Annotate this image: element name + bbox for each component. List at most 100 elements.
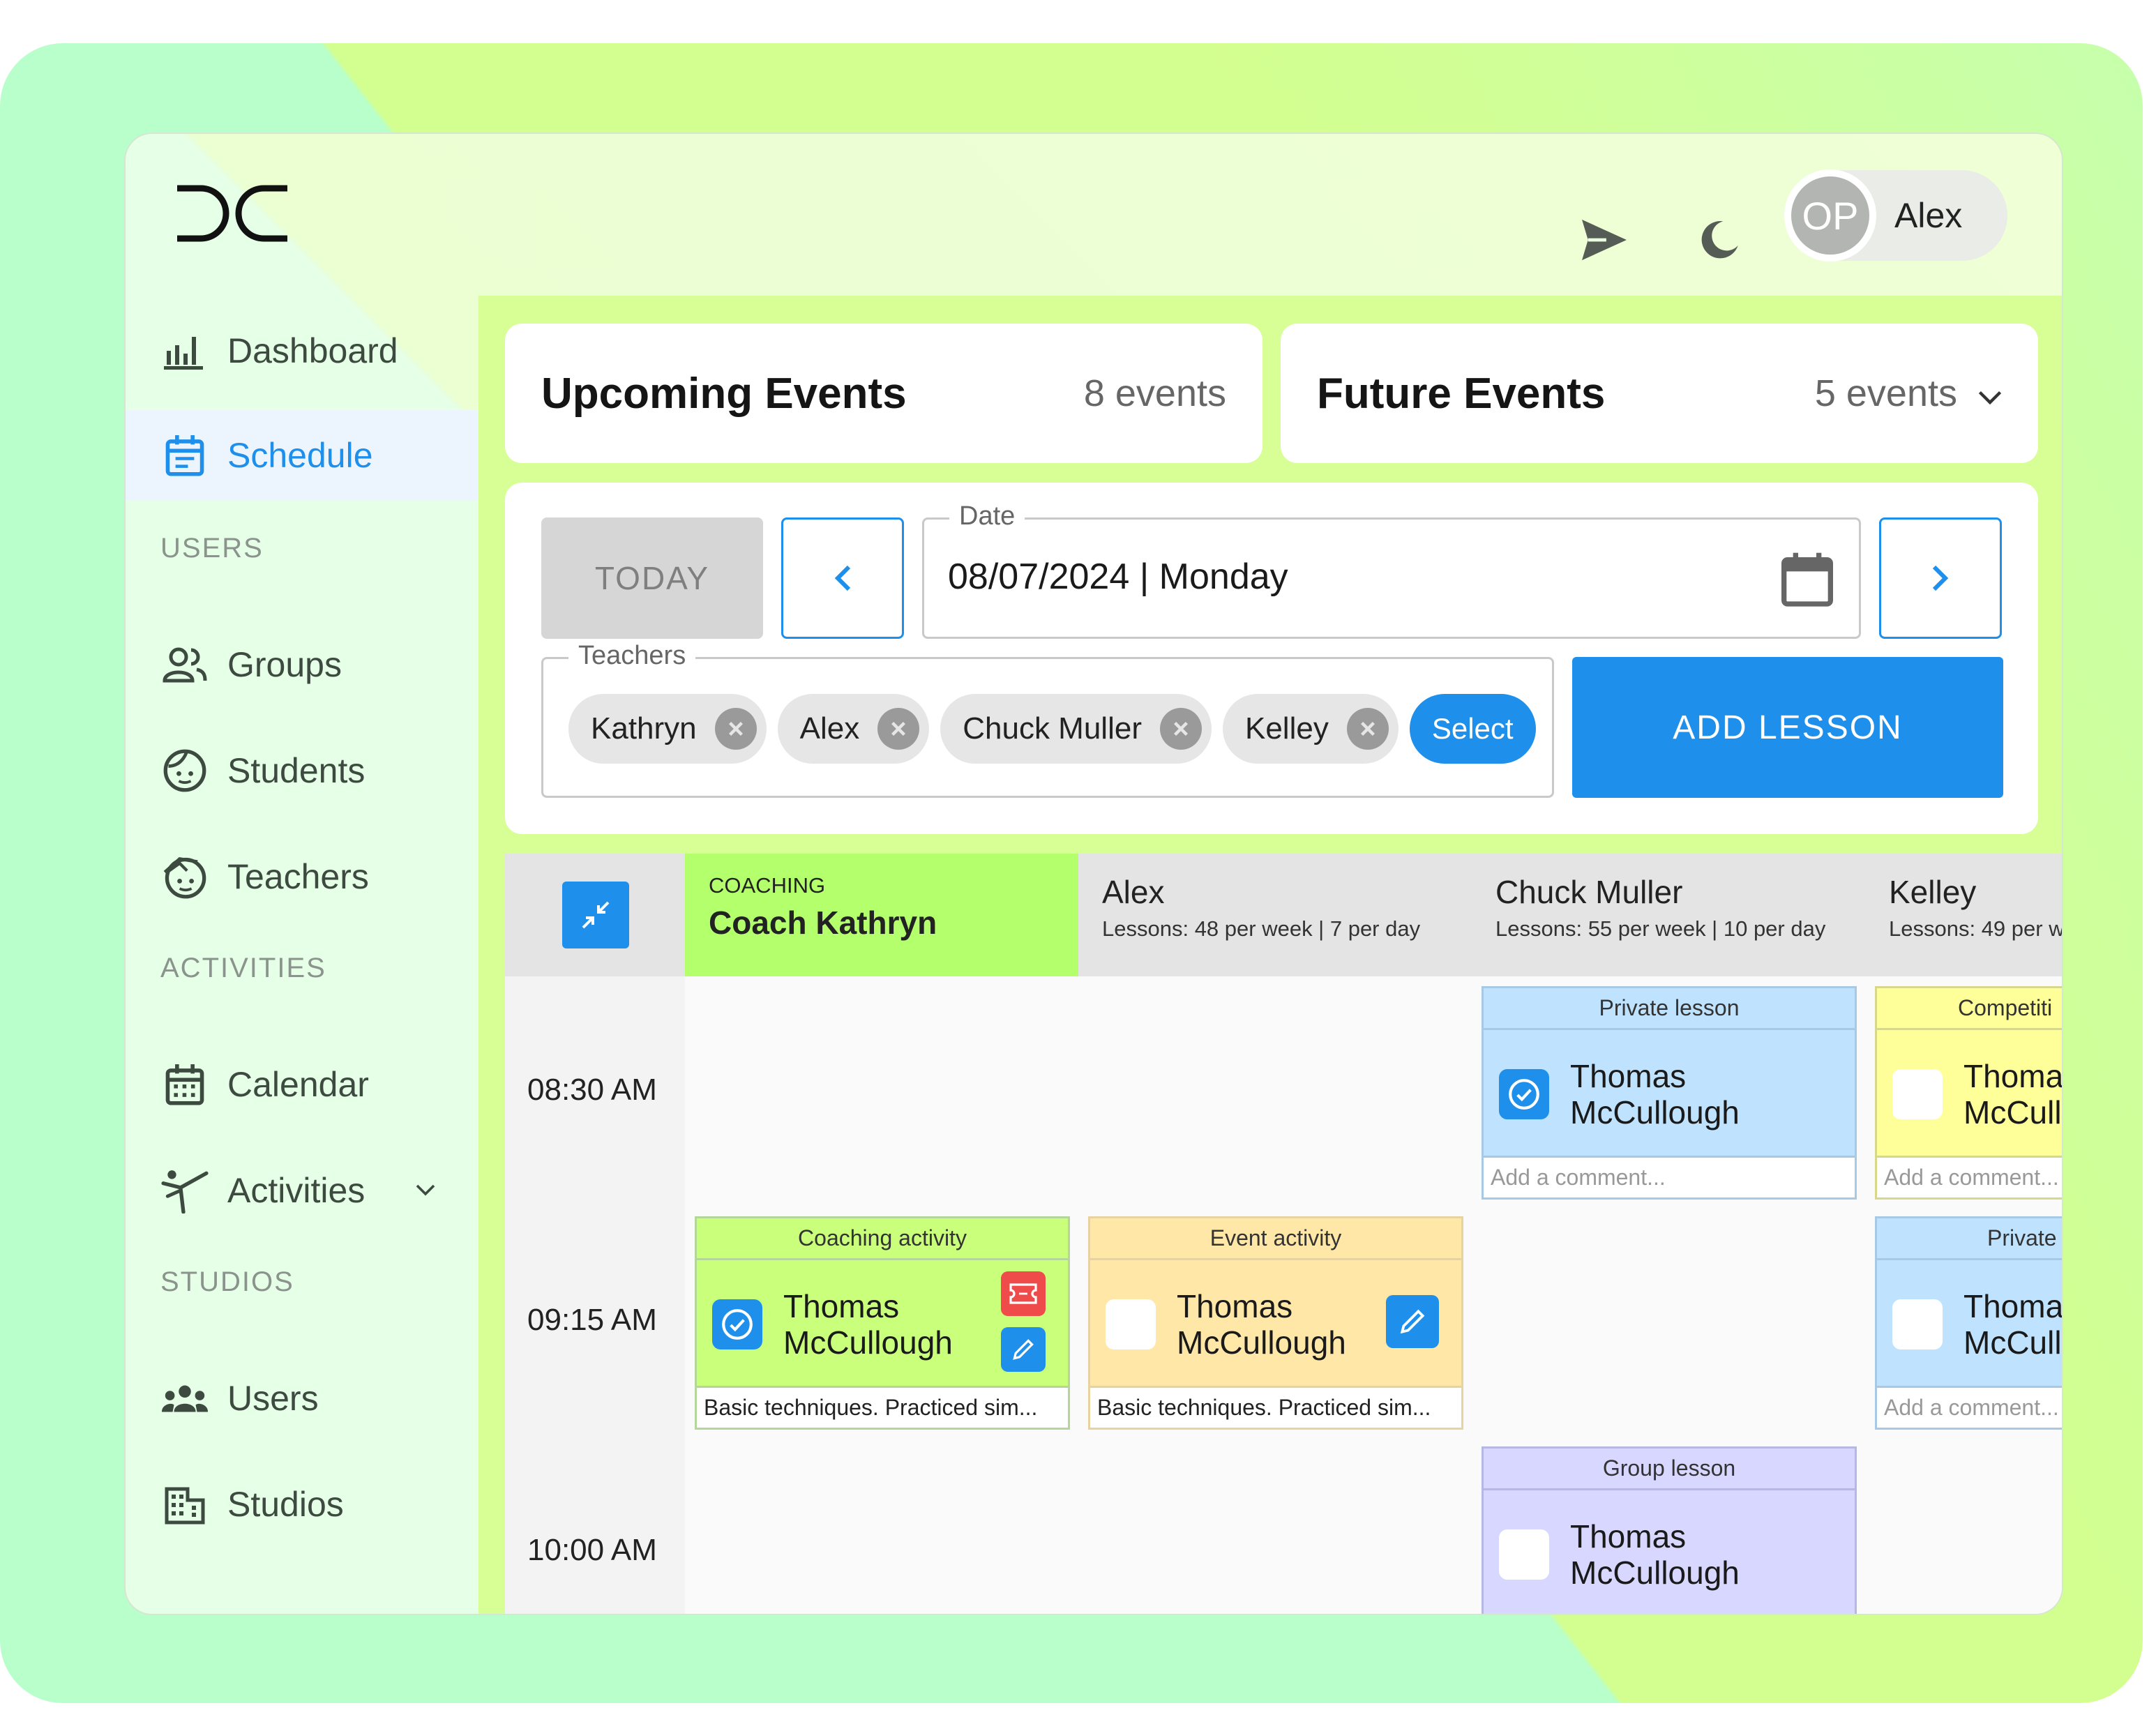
future-events-card[interactable]: Future Events 5 events <box>1281 324 2038 463</box>
remove-icon[interactable] <box>877 708 920 750</box>
sidebar-item-schedule[interactable]: Schedule <box>126 410 478 501</box>
avatar-initials: OP <box>1802 193 1859 238</box>
time-column: 08:30 AM 09:15 AM 10:00 AM <box>505 976 685 1614</box>
comment-input[interactable]: Add a comment... <box>1877 1386 2062 1428</box>
chevron-right-icon <box>1932 565 1949 591</box>
group-icon <box>160 640 209 689</box>
student-first-name: Thoma <box>1963 1288 2063 1324</box>
student-last-name: McCull <box>1963 1324 2062 1361</box>
teacher-chip[interactable]: Chuck Muller <box>940 694 1212 764</box>
collapse-icon[interactable] <box>562 882 629 948</box>
column-header-kelley[interactable]: Kelley Lessons: 49 per w <box>1865 854 2062 976</box>
chevron-left-icon <box>834 565 851 591</box>
edit-icon[interactable] <box>1386 1295 1439 1348</box>
column-category: COACHING <box>709 873 826 898</box>
remove-icon[interactable] <box>714 708 757 750</box>
student-name: Thomas McCullough <box>1570 1058 1740 1131</box>
teacher-chip[interactable]: Kelley <box>1222 694 1399 764</box>
sidebar-item-students[interactable]: Students <box>126 725 478 816</box>
today-button[interactable]: TODAY <box>541 517 763 639</box>
event-card-event-activity[interactable]: Event activity Thomas McCullough Basic te… <box>1088 1216 1463 1430</box>
comment-input[interactable]: Add a comment... <box>1877 1156 2062 1197</box>
bar-chart-icon <box>160 326 209 375</box>
remove-icon[interactable] <box>1346 708 1389 750</box>
event-card-coaching-activity[interactable]: Coaching activity Thomas McCullough Basic… <box>695 1216 1070 1430</box>
select-teachers-button[interactable]: Select <box>1409 694 1536 764</box>
sidebar-item-label: Activities <box>227 1171 365 1210</box>
schedule-controls: TODAY Date 08/07/2024 | Monday Teachers … <box>505 483 2038 834</box>
event-card-private-lesson[interactable]: Private lesson Thomas McCullough Add a co… <box>1482 986 1857 1200</box>
time-label: 08:30 AM <box>527 1073 657 1107</box>
send-icon[interactable] <box>1576 212 1632 268</box>
users-icon <box>160 1374 209 1423</box>
calendar-icon[interactable] <box>1779 550 1835 609</box>
student-last-name: McCullough <box>1570 1094 1740 1131</box>
event-card-group-lesson[interactable]: Group lesson Thomas McCullough <box>1482 1446 1857 1614</box>
student-name: ThomasMcCull <box>1963 1058 2062 1131</box>
teacher-chip[interactable]: Alex <box>777 694 930 764</box>
comment-text[interactable]: Basic techniques. Practiced sim... <box>1090 1386 1461 1428</box>
sidebar-item-label: Users <box>227 1379 319 1418</box>
event-card-private-lesson[interactable]: Private Thoma McCull Add a comment... <box>1875 1216 2063 1430</box>
student-last-name: McCull <box>1963 1094 2062 1131</box>
sidebar-item-dashboard[interactable]: Dashboard <box>126 305 478 396</box>
event-card-competition[interactable]: Competiti ThomasMcCull Add a comment... <box>1875 986 2062 1200</box>
column-header-alex[interactable]: Alex Lessons: 48 per week | 7 per day <box>1078 854 1472 976</box>
section-title-studios: STUDIOS <box>160 1266 294 1297</box>
checkbox[interactable] <box>1892 1069 1943 1119</box>
sidebar-item-label: Dashboard <box>227 331 398 370</box>
previous-day-button[interactable] <box>781 517 904 639</box>
dc-logo <box>177 185 287 242</box>
ticket-icon[interactable] <box>1001 1271 1046 1316</box>
column-name: Coach Kathryn <box>709 905 937 941</box>
sidebar-item-groups[interactable]: Groups <box>126 619 478 710</box>
upcoming-events-card[interactable]: Upcoming Events 8 events <box>505 324 1262 463</box>
chevron-down-icon[interactable] <box>1978 372 2002 415</box>
date-field[interactable]: Date 08/07/2024 | Monday <box>922 501 1861 639</box>
time-label: 09:15 AM <box>527 1303 657 1337</box>
column-header-chuck-muller[interactable]: Chuck Muller Lessons: 55 per week | 10 p… <box>1472 854 1865 976</box>
teacher-chip[interactable]: Kathryn <box>568 694 767 764</box>
sidebar-item-activities[interactable]: Activities <box>126 1145 478 1236</box>
column-name: Kelley <box>1889 874 1977 910</box>
teacher-chip-label: Kathryn <box>591 711 697 746</box>
section-title-users: USERS <box>160 533 264 564</box>
teachers-select[interactable]: Teachers Kathryn Alex Chuck Muller Kelle… <box>541 641 1554 798</box>
student-first-name: Thomas <box>783 1288 900 1324</box>
student-name: Thomas McCullough <box>783 1288 953 1361</box>
checkbox[interactable] <box>1106 1299 1156 1349</box>
sidebar-item-label: Students <box>227 751 365 790</box>
moon-icon[interactable] <box>1691 212 1747 268</box>
checkbox[interactable] <box>1892 1299 1943 1349</box>
sidebar-item-label: Groups <box>227 645 342 684</box>
comment-input[interactable]: Add a comment... <box>1484 1156 1855 1197</box>
student-last-name: McCullough <box>783 1324 953 1361</box>
column-header-coach-kathryn[interactable]: COACHING Coach Kathryn <box>685 854 1078 976</box>
event-type: Coaching activity <box>697 1218 1068 1260</box>
comment-text[interactable]: Basic techniques. Practiced sim... <box>697 1386 1068 1428</box>
sidebar-item-users[interactable]: Users <box>126 1353 478 1444</box>
sidebar-item-label: Schedule <box>227 436 373 475</box>
student-name: Thoma McCull <box>1963 1288 2063 1361</box>
event-type: Event activity <box>1090 1218 1461 1260</box>
checkbox-checked-icon[interactable] <box>712 1299 762 1349</box>
checkbox[interactable] <box>1499 1529 1549 1580</box>
column-lessons: Lessons: 48 per week | 7 per day <box>1102 916 1421 941</box>
sidebar-item-studios[interactable]: Studios <box>126 1459 478 1550</box>
remove-icon[interactable] <box>1159 708 1202 750</box>
calendar-icon <box>160 431 209 480</box>
checkbox-checked-icon[interactable] <box>1499 1069 1549 1119</box>
chevron-down-icon[interactable] <box>412 1177 439 1204</box>
teacher-chip-label: Alex <box>799 711 860 746</box>
user-name: Alex <box>1894 196 1963 235</box>
user-menu[interactable]: OP Alex <box>1784 169 2007 262</box>
date-value: 08/07/2024 | Monday <box>948 557 1288 597</box>
next-day-button[interactable] <box>1879 517 2002 639</box>
add-lesson-button[interactable]: ADD LESSON <box>1572 657 2003 798</box>
sidebar-item-teachers[interactable]: Teachers <box>126 831 478 922</box>
student-name: Thomas McCullough <box>1177 1288 1346 1361</box>
sidebar-item-calendar[interactable]: Calendar <box>126 1039 478 1130</box>
teachers-label: Teachers <box>568 641 696 671</box>
calendar-grid-icon <box>160 1060 209 1109</box>
edit-icon[interactable] <box>1001 1327 1046 1372</box>
